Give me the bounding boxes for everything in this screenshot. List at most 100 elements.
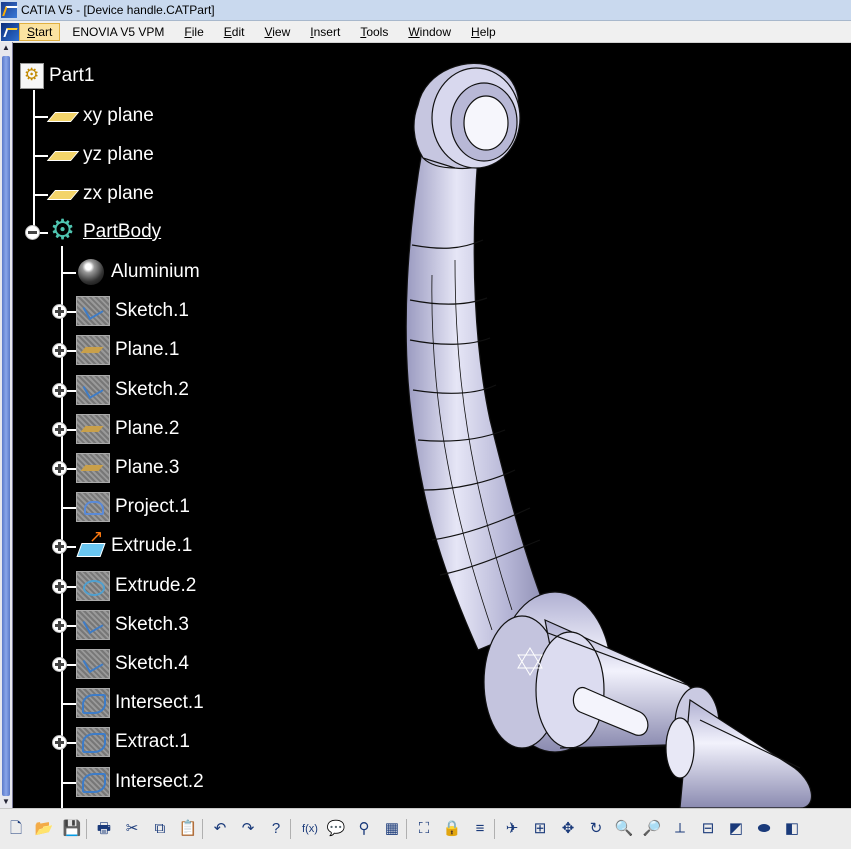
expand-icon[interactable] <box>52 382 67 398</box>
comment-icon[interactable]: 💬 <box>326 819 346 839</box>
device-handle-model[interactable] <box>405 62 813 808</box>
zoom-in-icon[interactable]: 🔍 <box>614 819 634 839</box>
tree-connector <box>61 246 63 808</box>
hide-show-icon[interactable]: ◧ <box>782 819 802 839</box>
title-bar: CATIA V5 - [Device handle.CATPart] <box>0 0 851 21</box>
plane-feature-icon[interactable] <box>76 335 110 366</box>
menu-mnemonic: W <box>408 24 420 39</box>
tree-node-part1[interactable]: Part1 <box>20 63 94 89</box>
plane-feature-icon[interactable] <box>76 413 110 444</box>
menu-view[interactable]: View <box>256 23 298 41</box>
tree-node-label: Extrude.2 <box>115 574 197 596</box>
menu-insert[interactable]: Insert <box>302 23 348 41</box>
shading-icon[interactable]: ⬬ <box>754 819 774 839</box>
menu-window[interactable]: Window <box>400 23 459 41</box>
tree-node-partbody[interactable]: PartBody <box>48 215 161 247</box>
tree-node-plane[interactable]: zx plane <box>48 182 154 206</box>
expand-icon[interactable] <box>52 343 67 359</box>
menu-edit[interactable]: Edit <box>216 23 253 41</box>
tree-node-feature[interactable]: Plane.2 <box>76 413 179 444</box>
extrude-icon[interactable] <box>76 527 106 561</box>
compass-icon[interactable]: ✈ <box>502 819 522 839</box>
tree-node-feature[interactable]: Plane.3 <box>76 453 179 483</box>
paste-icon[interactable]: 📋 <box>178 819 198 839</box>
rotate-icon[interactable]: ↻ <box>586 819 606 839</box>
expand-icon[interactable] <box>52 657 67 672</box>
expand-icon[interactable] <box>52 539 67 555</box>
catia-app-icon[interactable] <box>1 2 17 18</box>
cut-icon[interactable]: ✂ <box>122 819 142 839</box>
tree-node-feature[interactable]: Aluminium <box>76 257 200 287</box>
formula-icon[interactable]: f(x) <box>298 819 322 839</box>
iso-view-icon[interactable]: ◩ <box>726 819 746 839</box>
menu-tools[interactable]: Tools <box>352 23 396 41</box>
scroll-down-icon[interactable]: ▼ <box>1 796 11 808</box>
whats-this-icon[interactable]: ? <box>266 819 286 839</box>
open-icon[interactable]: 📂 <box>34 819 54 839</box>
expand-icon[interactable] <box>52 421 67 437</box>
save-icon[interactable]: 💾 <box>62 819 82 839</box>
expand-icon[interactable] <box>52 578 67 594</box>
scroll-up-icon[interactable]: ▲ <box>1 42 11 54</box>
tree-node-feature[interactable]: Intersect.1 <box>76 688 204 719</box>
redo-icon[interactable]: ↷ <box>238 819 258 839</box>
collapse-icon[interactable] <box>25 225 40 240</box>
lock-icon[interactable]: 🔒 <box>442 819 462 839</box>
sketch-icon[interactable] <box>76 296 110 327</box>
zoom-out-icon[interactable]: 🔎 <box>642 819 662 839</box>
tree-node-feature[interactable]: Extrude.1 <box>76 527 193 561</box>
menu-help[interactable]: Help <box>463 23 504 41</box>
tree-icon[interactable]: ⛶ <box>414 819 434 839</box>
undo-icon[interactable]: ↶ <box>210 819 230 839</box>
extract-icon[interactable] <box>76 727 110 758</box>
tree-node-feature[interactable]: Sketch.2 <box>76 374 189 405</box>
plane-icon[interactable] <box>48 179 78 209</box>
tree-node-feature[interactable]: Extract.1 <box>76 727 190 758</box>
knowledge-icon[interactable]: ⚲ <box>354 819 374 839</box>
multi-view-icon[interactable]: ⊟ <box>698 819 718 839</box>
extrude-icon[interactable] <box>76 570 110 601</box>
intersect-icon[interactable] <box>76 766 110 797</box>
sketch-icon[interactable] <box>76 649 110 679</box>
catia-start-icon[interactable] <box>1 22 19 41</box>
menu-enovia-v5-vpm[interactable]: ENOVIA V5 VPM <box>64 23 172 41</box>
plane-feature-icon[interactable] <box>76 453 110 483</box>
tree-node-feature[interactable]: Intersect.2 <box>76 766 204 797</box>
menu-label-rest: elp <box>479 24 496 39</box>
print-icon[interactable]: 🖶 <box>94 819 114 839</box>
expand-icon[interactable] <box>52 617 67 633</box>
tree-node-feature[interactable]: Sketch.1 <box>76 296 189 327</box>
material-icon[interactable] <box>76 257 106 287</box>
normal-view-icon[interactable]: ⟂ <box>670 819 690 839</box>
scroll-thumb[interactable] <box>2 56 10 796</box>
new-icon[interactable]: 🗋 <box>6 819 26 839</box>
sketch-icon[interactable] <box>76 374 110 405</box>
plane-icon[interactable] <box>48 140 78 170</box>
tree-node-plane[interactable]: yz plane <box>48 143 154 167</box>
menu-mnemonic: E <box>223 24 232 39</box>
tree-node-feature[interactable]: Plane.1 <box>76 335 179 366</box>
expand-icon[interactable] <box>52 304 67 320</box>
tree-node-plane[interactable]: xy plane <box>48 104 154 128</box>
plane-icon[interactable] <box>48 101 78 131</box>
sketch-icon[interactable] <box>76 609 110 640</box>
tree-node-label: Extrude.1 <box>111 535 193 557</box>
tree-node-feature[interactable]: Sketch.4 <box>76 649 189 679</box>
menu-start[interactable]: Start <box>19 22 61 41</box>
part-icon[interactable] <box>20 63 44 89</box>
expand-icon[interactable] <box>52 735 67 751</box>
fit-all-icon[interactable]: ⊞ <box>530 819 550 839</box>
tree-node-feature[interactable]: Sketch.3 <box>76 609 189 640</box>
parameter-icon[interactable]: ≡ <box>470 819 490 839</box>
intersect-icon[interactable] <box>76 688 110 719</box>
copy-icon[interactable]: ⧉ <box>150 819 170 839</box>
expand-icon[interactable] <box>52 461 67 476</box>
pan-icon[interactable]: ✥ <box>558 819 578 839</box>
tree-node-feature[interactable]: Extrude.2 <box>76 570 197 601</box>
menu-file[interactable]: File <box>176 23 211 41</box>
table-icon[interactable]: ▦ <box>382 819 402 839</box>
tree-node-feature[interactable]: Project.1 <box>76 492 190 523</box>
3d-viewport[interactable] <box>312 42 851 808</box>
partbody-icon[interactable] <box>48 215 78 247</box>
project-icon[interactable] <box>76 492 110 523</box>
